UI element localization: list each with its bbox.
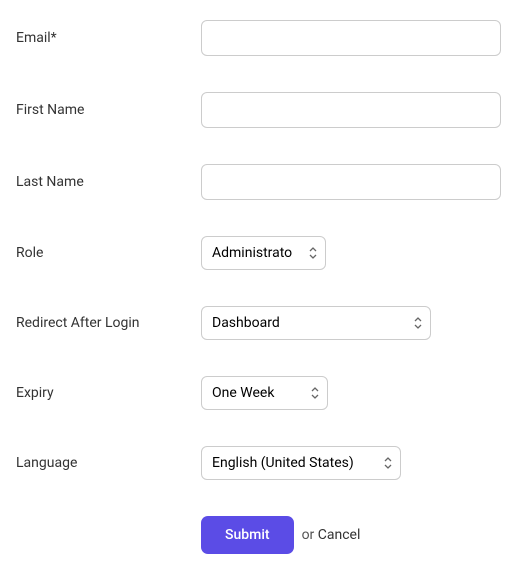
role-label: Role	[16, 245, 201, 261]
submit-button[interactable]: Submit	[201, 516, 294, 554]
first-name-label: First Name	[16, 102, 201, 118]
expiry-select[interactable]: One Week	[201, 376, 328, 410]
language-label: Language	[16, 455, 201, 471]
role-select[interactable]: Administrator	[201, 236, 326, 270]
language-select[interactable]: English (United States)	[201, 446, 401, 480]
redirect-select[interactable]: Dashboard	[201, 306, 431, 340]
last-name-label: Last Name	[16, 174, 201, 190]
or-text: or Cancel	[302, 527, 361, 543]
cancel-link[interactable]: Cancel	[318, 527, 361, 543]
expiry-label: Expiry	[16, 385, 201, 401]
last-name-field[interactable]	[201, 164, 501, 200]
redirect-label: Redirect After Login	[16, 315, 201, 331]
email-field[interactable]	[201, 20, 501, 56]
email-label: Email*	[16, 30, 201, 46]
first-name-field[interactable]	[201, 92, 501, 128]
